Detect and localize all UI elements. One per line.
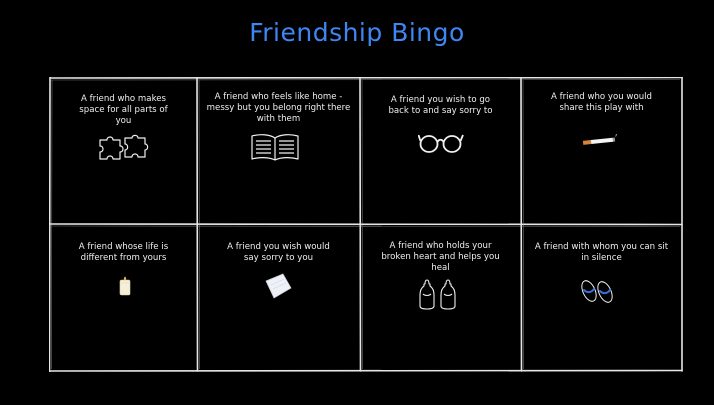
flip-flops-icon	[581, 280, 613, 303]
bingo-cell-feels-like-home[interactable]: A friend who feels like home - messy but…	[197, 78, 360, 224]
bingo-cell-say-sorry-to[interactable]: A friend you wish to go back to and say …	[360, 78, 521, 224]
bingo-cell-space-for-all-parts[interactable]: A friend who makes space for all parts o…	[50, 78, 197, 224]
puzzle-pieces-icon	[99, 134, 149, 160]
bingo-cell-would-say-sorry-to-you[interactable]: A friend you wish would say sorry to you	[197, 224, 360, 371]
bingo-cell-different-life[interactable]: A friend whose life is different from yo…	[50, 224, 197, 371]
bingo-cell-share-this-play[interactable]: A friend who you would share this play w…	[521, 78, 682, 224]
open-book-icon	[251, 134, 299, 161]
cell-text: A friend you wish to go back to and say …	[388, 95, 493, 116]
cell-text: A friend whose life is different from yo…	[78, 242, 169, 263]
page-title: Friendship Bingo	[249, 18, 465, 47]
cell-text: A friend with whom you can sit in silenc…	[534, 242, 669, 263]
cell-text: A friend who you would share this play w…	[550, 92, 653, 113]
cell-text: A friend who holds your broken heart and…	[381, 241, 500, 273]
bingo-cell-sit-in-silence[interactable]: A friend with whom you can sit in silenc…	[521, 224, 682, 371]
cell-text: A friend who feels like home - messy but…	[206, 92, 351, 124]
bingo-board: A friend who makes space for all parts o…	[49, 77, 683, 372]
baby-bottles-icon	[419, 279, 456, 310]
glasses-icon	[418, 134, 464, 153]
bingo-cell-holds-broken-heart[interactable]: A friend who holds your broken heart and…	[360, 224, 521, 371]
candle-icon	[119, 276, 131, 296]
cell-text: A friend who makes space for all parts o…	[79, 94, 168, 126]
cigarette-icon	[582, 134, 618, 145]
cell-text: A friend you wish would say sorry to you	[227, 242, 330, 263]
paper-sheet-icon	[265, 273, 292, 299]
